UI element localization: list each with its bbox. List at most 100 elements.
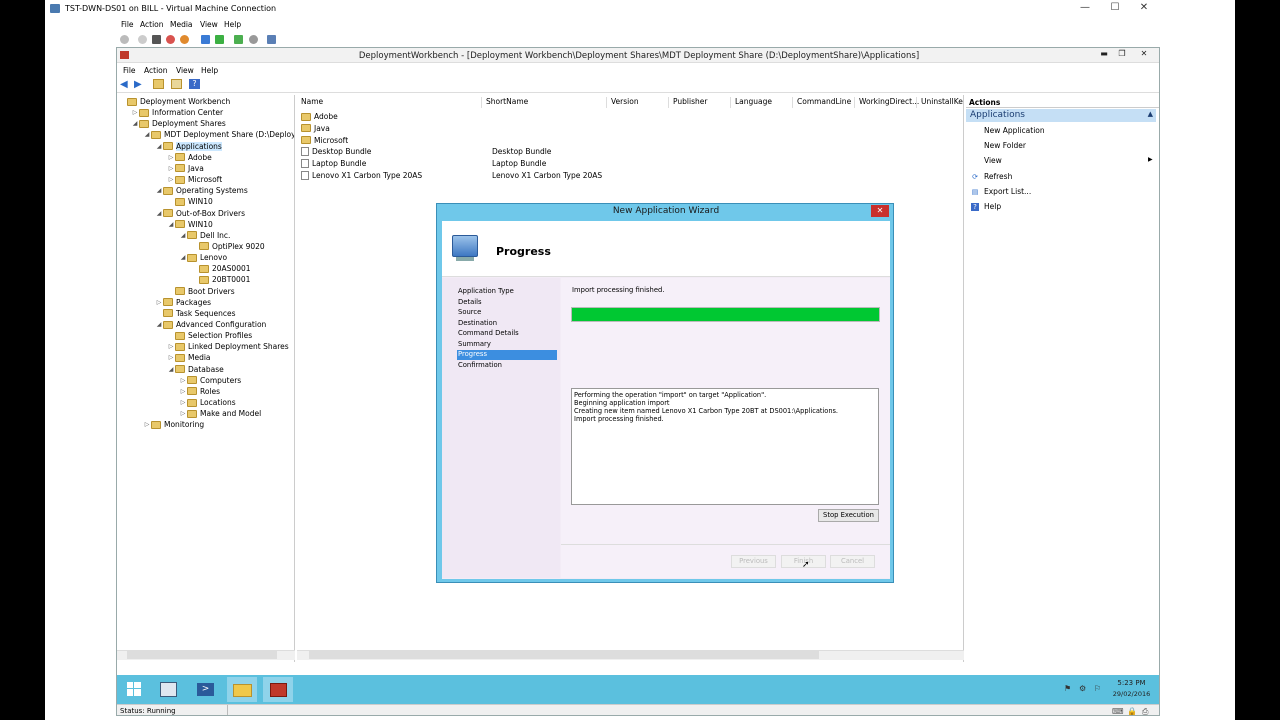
network-icon[interactable]: ⚑ [1064, 684, 1071, 693]
cancel-button[interactable]: Cancel [830, 555, 875, 568]
revert-icon[interactable] [249, 35, 258, 44]
list-item[interactable]: Desktop Bundle [301, 146, 371, 157]
mmc-restore-icon[interactable]: ❐ [1113, 49, 1131, 60]
vm-menu-help[interactable]: Help [224, 20, 241, 29]
tree-node[interactable]: WIN10 [167, 196, 213, 207]
tree-node[interactable]: ◢ Advanced Configuration [155, 319, 267, 330]
expand-toggle-icon[interactable]: ◢ [143, 131, 151, 138]
column-header[interactable]: UninstallKey [917, 97, 963, 108]
tray-settings-icon[interactable]: ⚙ [1079, 684, 1086, 693]
tree-node[interactable]: Selection Profiles [167, 330, 252, 341]
tree-node[interactable]: 20AS0001 [191, 263, 251, 274]
tree-node[interactable]: ▷ Linked Deployment Shares [167, 341, 289, 352]
forward-icon[interactable]: ▶ [134, 79, 145, 90]
tree-node[interactable]: ◢ Lenovo [179, 252, 227, 263]
list-scroll-thumb[interactable] [309, 651, 819, 659]
tree-node[interactable]: ◢ Dell Inc. [179, 230, 231, 241]
previous-button[interactable]: Previous [731, 555, 776, 568]
action-item[interactable]: Export List... [984, 187, 1031, 196]
enhanced-session-icon[interactable] [267, 35, 276, 44]
actions-section-applications[interactable]: Applications ▲ [966, 109, 1156, 122]
list-item[interactable]: Java [301, 123, 330, 134]
tree-node[interactable]: ▷ Locations [179, 397, 236, 408]
show-hide-tree-icon[interactable] [171, 79, 182, 89]
column-header[interactable]: Version [607, 97, 669, 108]
expand-toggle-icon[interactable]: ◢ [155, 187, 163, 194]
expand-toggle-icon[interactable]: ▷ [167, 165, 175, 172]
tree-node[interactable]: ▷ Roles [179, 386, 220, 397]
tree-node[interactable]: Task Sequences [155, 308, 235, 319]
minimize-icon[interactable]: — [1071, 2, 1099, 13]
checkpoint-icon[interactable] [234, 35, 243, 44]
collapse-icon[interactable]: ▲ [1148, 110, 1153, 118]
action-item[interactable]: New Folder [984, 141, 1026, 150]
turn-off-icon[interactable] [152, 35, 161, 44]
tree-node[interactable]: ◢ Deployment Shares [131, 118, 226, 129]
expand-toggle-icon[interactable]: ◢ [167, 366, 175, 373]
tree-node[interactable]: ◢ MDT Deployment Share (D:\DeploymentS [143, 129, 294, 140]
tree-node[interactable]: ◢ Database [167, 364, 224, 375]
powershell-icon[interactable]: > [190, 677, 220, 702]
start-button[interactable] [119, 677, 149, 702]
stop-execution-button[interactable]: Stop Execution [818, 509, 879, 522]
resume-icon[interactable] [215, 35, 224, 44]
action-item[interactable]: Help [984, 202, 1001, 211]
list-item[interactable]: Laptop Bundle [301, 158, 366, 169]
expand-toggle-icon[interactable]: ◢ [155, 321, 163, 328]
expand-toggle-icon[interactable]: ▷ [179, 399, 187, 406]
clock-date[interactable]: 29/02/2016 [1109, 690, 1154, 698]
action-item[interactable]: New Application [984, 126, 1045, 135]
deployment-workbench-taskbar-icon[interactable] [263, 677, 293, 702]
tree-node[interactable]: Deployment Workbench [119, 96, 230, 107]
start-icon[interactable] [138, 35, 147, 44]
tree-node[interactable]: ◢ Applications [155, 141, 222, 152]
wizard-close-icon[interactable]: ✕ [871, 205, 889, 217]
maximize-icon[interactable]: ☐ [1101, 2, 1129, 13]
expand-toggle-icon[interactable]: ▷ [167, 354, 175, 361]
expand-toggle-icon[interactable]: ▷ [167, 176, 175, 183]
tree-node[interactable]: ▷ Computers [179, 375, 242, 386]
mmc-menu-file[interactable]: File [123, 66, 136, 75]
expand-toggle-icon[interactable]: ◢ [179, 232, 187, 239]
tree-node[interactable]: ▷ Make and Model [179, 408, 261, 419]
close-icon[interactable]: ✕ [1130, 2, 1158, 13]
column-header[interactable]: Publisher [669, 97, 731, 108]
column-header[interactable]: ShortName [482, 97, 607, 108]
tree-node[interactable]: ▷ Monitoring [143, 419, 204, 430]
tree-node[interactable]: ▷ Adobe [167, 152, 212, 163]
tree-node[interactable]: 20BT0001 [191, 274, 250, 285]
expand-toggle-icon[interactable]: ▷ [179, 410, 187, 417]
column-header[interactable]: WorkingDirect... [855, 97, 919, 108]
tree-scroll-thumb[interactable] [127, 651, 277, 659]
mmc-menu-view[interactable]: View [176, 66, 194, 75]
tree-node[interactable]: ▷ Packages [155, 297, 211, 308]
up-folder-icon[interactable] [153, 79, 164, 89]
expand-toggle-icon[interactable]: ▷ [131, 109, 139, 116]
expand-toggle-icon[interactable]: ◢ [155, 210, 163, 217]
tray-flag-icon[interactable]: ⚐ [1094, 684, 1101, 693]
column-header[interactable]: CommandLine [793, 97, 855, 108]
clock-time[interactable]: 5:23 PM [1109, 679, 1154, 687]
expand-toggle-icon[interactable]: ◢ [167, 221, 175, 228]
vm-menu-media[interactable]: Media [170, 20, 193, 29]
expand-toggle-icon[interactable]: ▷ [143, 421, 151, 428]
tree-node[interactable]: OptiPlex 9020 [191, 241, 265, 252]
list-item[interactable]: Lenovo X1 Carbon Type 20AS [301, 170, 422, 181]
list-hscrollbar[interactable] [297, 650, 964, 660]
tree-hscrollbar[interactable] [117, 650, 295, 660]
tree-node[interactable]: ▷ Java [167, 163, 204, 174]
action-item[interactable]: Refresh [984, 172, 1012, 181]
expand-toggle-icon[interactable]: ◢ [155, 143, 163, 150]
server-manager-icon[interactable] [153, 677, 183, 702]
column-header[interactable]: Language [731, 97, 793, 108]
list-item[interactable]: Adobe [301, 111, 338, 122]
expand-toggle-icon[interactable]: ▷ [179, 388, 187, 395]
expand-toggle-icon[interactable]: ▷ [155, 299, 163, 306]
tree-node[interactable]: ◢ Operating Systems [155, 185, 248, 196]
pause-icon[interactable] [201, 35, 210, 44]
file-explorer-icon[interactable] [227, 677, 257, 702]
tree-node[interactable]: ▷ Information Center [131, 107, 223, 118]
expand-toggle-icon[interactable]: ▷ [167, 154, 175, 161]
back-icon[interactable]: ◀ [120, 79, 131, 90]
column-header[interactable]: Name [297, 97, 482, 108]
